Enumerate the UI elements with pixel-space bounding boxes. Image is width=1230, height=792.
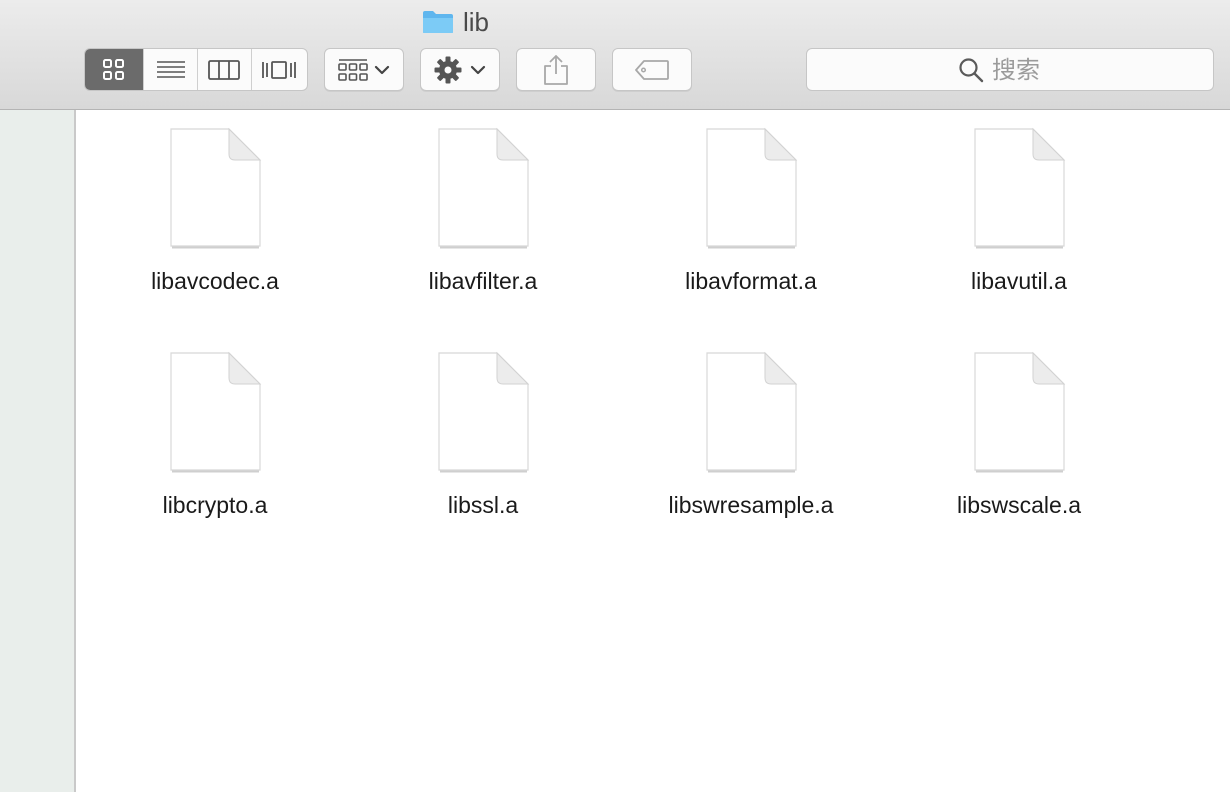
- search-input[interactable]: [992, 55, 1062, 84]
- finder-window: lib 搜索 libavcodec.a libavfilter.a libavf…: [0, 0, 1230, 792]
- file-name: libcrypto.a: [162, 492, 268, 518]
- search-icon: [959, 57, 984, 82]
- file-item[interactable]: libswscale.a: [909, 350, 1129, 550]
- column-view-button[interactable]: [198, 49, 252, 90]
- file-item[interactable]: libavcodec.a: [105, 126, 325, 326]
- folder-icon: [423, 11, 453, 33]
- list-icon: [156, 60, 185, 78]
- share-icon: [544, 54, 568, 85]
- toolbar: lib: [0, 0, 1230, 110]
- document-icon: [706, 127, 798, 249]
- sidebar: [0, 110, 76, 792]
- file-name: libavutil.a: [971, 268, 1067, 294]
- document-icon: [706, 351, 798, 473]
- file-grid: libavcodec.a libavfilter.a libavformat.a: [76, 110, 1230, 792]
- share-button[interactable]: [516, 48, 596, 91]
- file-name: libavformat.a: [685, 268, 817, 294]
- file-name: libavcodec.a: [151, 268, 279, 294]
- file-name: libavfilter.a: [428, 268, 538, 294]
- file-item[interactable]: libavfilter.a: [373, 126, 593, 326]
- file-item[interactable]: libswresample.a: [641, 350, 861, 550]
- tags-button[interactable]: [612, 48, 692, 91]
- document-icon: [974, 127, 1066, 249]
- file-item[interactable]: libavformat.a: [641, 126, 861, 326]
- document-icon: [170, 127, 262, 249]
- cover-flow-view-button[interactable]: [252, 49, 308, 90]
- columns-icon: [208, 59, 241, 80]
- search-field[interactable]: [806, 48, 1214, 91]
- document-icon: [170, 351, 262, 473]
- chevron-down-icon: [470, 65, 486, 74]
- file-name: libssl.a: [447, 492, 519, 518]
- file-name: libswresample.a: [668, 492, 834, 518]
- arrange-icon: [338, 58, 368, 81]
- file-item[interactable]: libcrypto.a: [105, 350, 325, 550]
- list-view-button[interactable]: [144, 49, 198, 90]
- document-icon: [974, 351, 1066, 473]
- cover-flow-icon: [262, 60, 297, 79]
- file-item[interactable]: libssl.a: [373, 350, 593, 550]
- icon-view-button[interactable]: [85, 49, 145, 90]
- grid-icon: [103, 58, 125, 80]
- action-button[interactable]: [420, 48, 500, 91]
- document-icon: [438, 351, 530, 473]
- file-name: libswscale.a: [957, 492, 1081, 518]
- chevron-down-icon: [374, 65, 390, 74]
- tag-icon: [635, 59, 669, 80]
- arrange-button[interactable]: [324, 48, 404, 91]
- document-icon: [438, 127, 530, 249]
- file-item[interactable]: libavutil.a: [909, 126, 1129, 326]
- view-mode-control: [84, 48, 308, 91]
- window-title-text: lib: [463, 6, 490, 37]
- window-title: lib: [422, 6, 489, 38]
- gear-icon: [434, 56, 462, 83]
